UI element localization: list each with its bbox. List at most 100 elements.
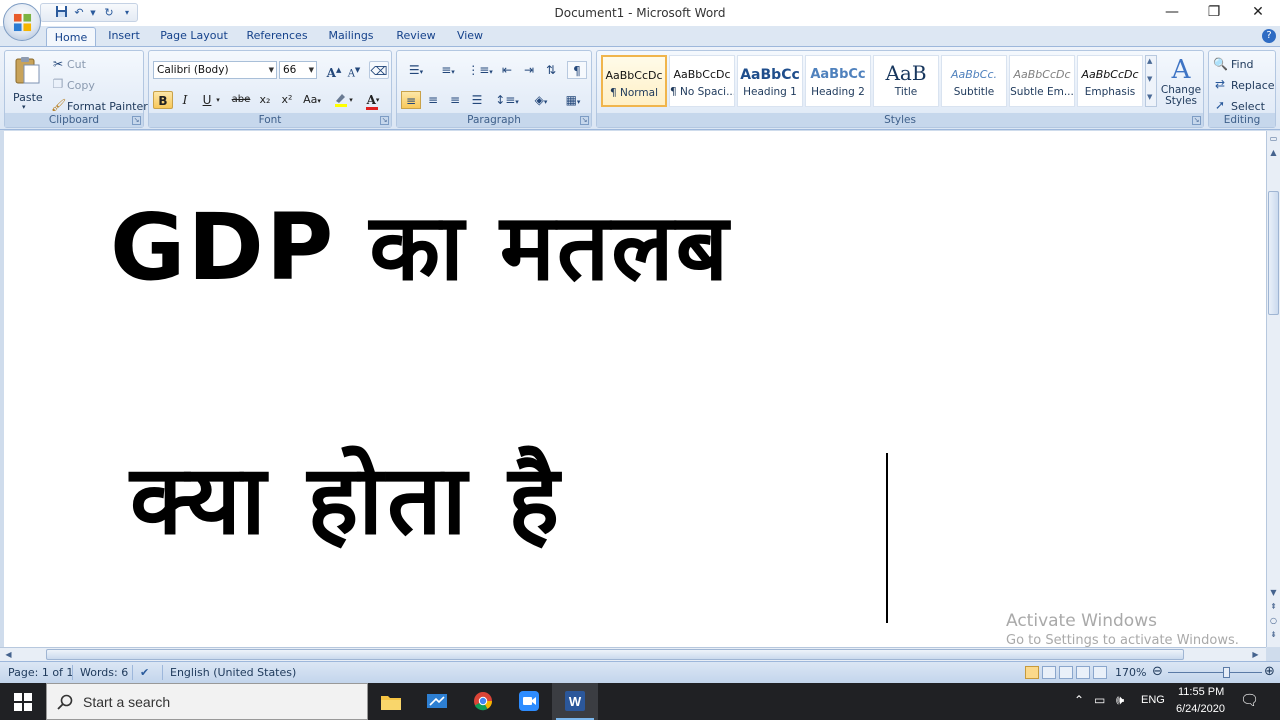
shrink-font-button[interactable]: A▼ bbox=[345, 61, 363, 79]
next-page-icon[interactable]: ⇟ bbox=[1268, 629, 1279, 640]
justify-icon[interactable]: ☰ bbox=[467, 91, 487, 109]
superscript-button[interactable]: x² bbox=[277, 91, 297, 109]
zoom-in-icon[interactable]: ⊕ bbox=[1264, 664, 1275, 679]
tab-page-layout[interactable]: Page Layout bbox=[158, 26, 230, 46]
align-right-icon[interactable]: ≡ bbox=[445, 91, 465, 109]
full-screen-reading-view-icon[interactable] bbox=[1042, 666, 1056, 679]
decrease-indent-icon[interactable]: ⇤ bbox=[497, 61, 517, 79]
clipboard-launcher-icon[interactable]: ↘ bbox=[132, 116, 141, 125]
font-size-combo[interactable]: 66 ▼ bbox=[279, 61, 317, 79]
web-layout-view-icon[interactable] bbox=[1059, 666, 1073, 679]
clock-date[interactable]: 6/24/2020 bbox=[1176, 703, 1225, 715]
taskbar-zoom[interactable] bbox=[506, 683, 552, 720]
tab-review[interactable]: Review bbox=[392, 26, 440, 46]
proofing-icon[interactable]: ✔ bbox=[140, 666, 149, 679]
paragraph-launcher-icon[interactable]: ↘ bbox=[580, 116, 589, 125]
outline-view-icon[interactable] bbox=[1076, 666, 1090, 679]
change-case-button[interactable]: Aa▾ bbox=[299, 91, 325, 109]
office-button[interactable] bbox=[3, 3, 41, 41]
grow-font-button[interactable]: A▲ bbox=[325, 61, 343, 80]
bold-button[interactable]: B bbox=[153, 91, 173, 109]
highlight-button[interactable]: ▾ bbox=[329, 91, 357, 109]
notifications-icon[interactable]: 🗨 bbox=[1240, 691, 1259, 709]
underline-dropdown-icon[interactable]: ▾ bbox=[213, 91, 223, 109]
find-button[interactable]: Find bbox=[1231, 58, 1254, 71]
change-styles-button[interactable]: A Change Styles bbox=[1159, 55, 1203, 113]
format-painter-button[interactable]: Format Painter bbox=[67, 100, 148, 113]
start-button[interactable] bbox=[0, 683, 46, 720]
scroll-up-icon[interactable]: ▲ bbox=[1268, 147, 1279, 158]
replace-button[interactable]: Replace bbox=[1231, 79, 1275, 92]
scroll-right-icon[interactable]: ▶ bbox=[1250, 649, 1261, 660]
select-button[interactable]: Select bbox=[1231, 100, 1265, 113]
taskbar-word[interactable]: W bbox=[552, 683, 598, 720]
style-title[interactable]: AaB Title bbox=[873, 55, 939, 107]
font-name-combo[interactable]: Calibri (Body) ▼ bbox=[153, 61, 277, 79]
tab-home[interactable]: Home bbox=[46, 27, 96, 47]
zoom-slider-thumb[interactable] bbox=[1222, 667, 1230, 678]
clock-time[interactable]: 11:55 PM bbox=[1178, 686, 1224, 698]
volume-icon[interactable]: 🕪 bbox=[1116, 692, 1124, 708]
taskbar-file-explorer[interactable] bbox=[368, 683, 414, 720]
font-color-button[interactable]: A ▾ bbox=[359, 91, 387, 110]
vertical-scrollbar[interactable]: ▭ ▲ ▼ ⇞ ○ ⇟ bbox=[1266, 131, 1280, 647]
style-subtle-emphasis[interactable]: AaBbCcDc Subtle Em... bbox=[1009, 55, 1075, 107]
numbering-icon[interactable]: ≡▾ bbox=[433, 61, 463, 79]
style-emphasis[interactable]: AaBbCcDc Emphasis bbox=[1077, 55, 1143, 107]
styles-scroll-down-icon[interactable]: ▼ bbox=[1147, 75, 1152, 83]
taskbar-chrome[interactable] bbox=[460, 683, 506, 720]
tab-view[interactable]: View bbox=[452, 26, 488, 46]
previous-page-icon[interactable]: ⇞ bbox=[1268, 601, 1279, 612]
cut-button[interactable]: Cut bbox=[67, 58, 86, 71]
paste-button[interactable]: Paste ▾ bbox=[11, 55, 43, 115]
tab-mailings[interactable]: Mailings bbox=[324, 26, 378, 46]
zoom-out-icon[interactable]: ⊖ bbox=[1152, 664, 1163, 679]
scroll-down-icon[interactable]: ▼ bbox=[1268, 587, 1279, 598]
tab-insert[interactable]: Insert bbox=[104, 26, 144, 46]
subscript-button[interactable]: x₂ bbox=[255, 91, 275, 109]
font-launcher-icon[interactable]: ↘ bbox=[380, 116, 389, 125]
style-normal[interactable]: AaBbCcDc ¶ Normal bbox=[601, 55, 667, 107]
copy-button[interactable]: Copy bbox=[67, 79, 95, 92]
align-center-icon[interactable]: ≡ bbox=[423, 91, 443, 109]
minimize-button[interactable]: — bbox=[1150, 0, 1194, 26]
tab-references[interactable]: References bbox=[244, 26, 310, 46]
style-subtitle[interactable]: AaBbCc. Subtitle bbox=[941, 55, 1007, 107]
draft-view-icon[interactable] bbox=[1093, 666, 1107, 679]
ruler-toggle-icon[interactable]: ▭ bbox=[1268, 133, 1279, 144]
styles-more-icon[interactable]: ▼ bbox=[1147, 93, 1152, 101]
document-line-2[interactable]: क्या होता है bbox=[130, 431, 563, 562]
network-icon[interactable]: ▭ bbox=[1094, 693, 1105, 707]
show-hidden-icons-icon[interactable]: ⌃ bbox=[1074, 693, 1084, 707]
styles-launcher-icon[interactable]: ↘ bbox=[1192, 116, 1201, 125]
horizontal-scrollbar[interactable]: ◀ ▶ bbox=[0, 647, 1266, 661]
multilevel-list-icon[interactable]: ⋮≡▾ bbox=[465, 61, 495, 79]
language-indicator[interactable]: English (United States) bbox=[170, 666, 296, 679]
sort-icon[interactable]: ⇅ bbox=[541, 61, 561, 79]
word-count[interactable]: Words: 6 bbox=[80, 666, 128, 679]
zoom-slider-track[interactable] bbox=[1168, 672, 1262, 673]
increase-indent-icon[interactable]: ⇥ bbox=[519, 61, 539, 79]
clear-formatting-icon[interactable]: ⌫ bbox=[369, 61, 389, 79]
italic-button[interactable]: I bbox=[175, 91, 195, 109]
styles-scroll-up-icon[interactable]: ▲ bbox=[1147, 57, 1152, 65]
vertical-scroll-thumb[interactable] bbox=[1268, 191, 1279, 315]
scroll-left-icon[interactable]: ◀ bbox=[3, 649, 14, 660]
align-left-icon[interactable]: ≡ bbox=[401, 91, 421, 109]
browse-object-icon[interactable]: ○ bbox=[1268, 615, 1279, 626]
taskbar-app-2[interactable] bbox=[414, 683, 460, 720]
document-line-1[interactable]: GDP का मतलब bbox=[110, 181, 730, 306]
taskbar-search-box[interactable]: Start a search bbox=[46, 683, 368, 720]
shading-icon[interactable]: ◈▾ bbox=[527, 91, 555, 109]
style-heading-1[interactable]: AaBbCc Heading 1 bbox=[737, 55, 803, 107]
document-page[interactable]: GDP का मतलब क्या होता है Activate Window… bbox=[0, 131, 1266, 647]
zoom-level[interactable]: 170% bbox=[1115, 666, 1146, 679]
show-formatting-marks-button[interactable]: ¶ bbox=[567, 61, 587, 79]
style-heading-2[interactable]: AaBbCc Heading 2 bbox=[805, 55, 871, 107]
borders-icon[interactable]: ▦▾ bbox=[559, 91, 587, 109]
style-no-spacing[interactable]: AaBbCcDc ¶ No Spaci... bbox=[669, 55, 735, 107]
help-icon[interactable]: ? bbox=[1262, 29, 1276, 43]
bullets-icon[interactable]: ☰▾ bbox=[401, 61, 431, 79]
maximize-button[interactable]: ❐ bbox=[1192, 0, 1236, 26]
close-button[interactable]: ✕ bbox=[1236, 0, 1280, 26]
